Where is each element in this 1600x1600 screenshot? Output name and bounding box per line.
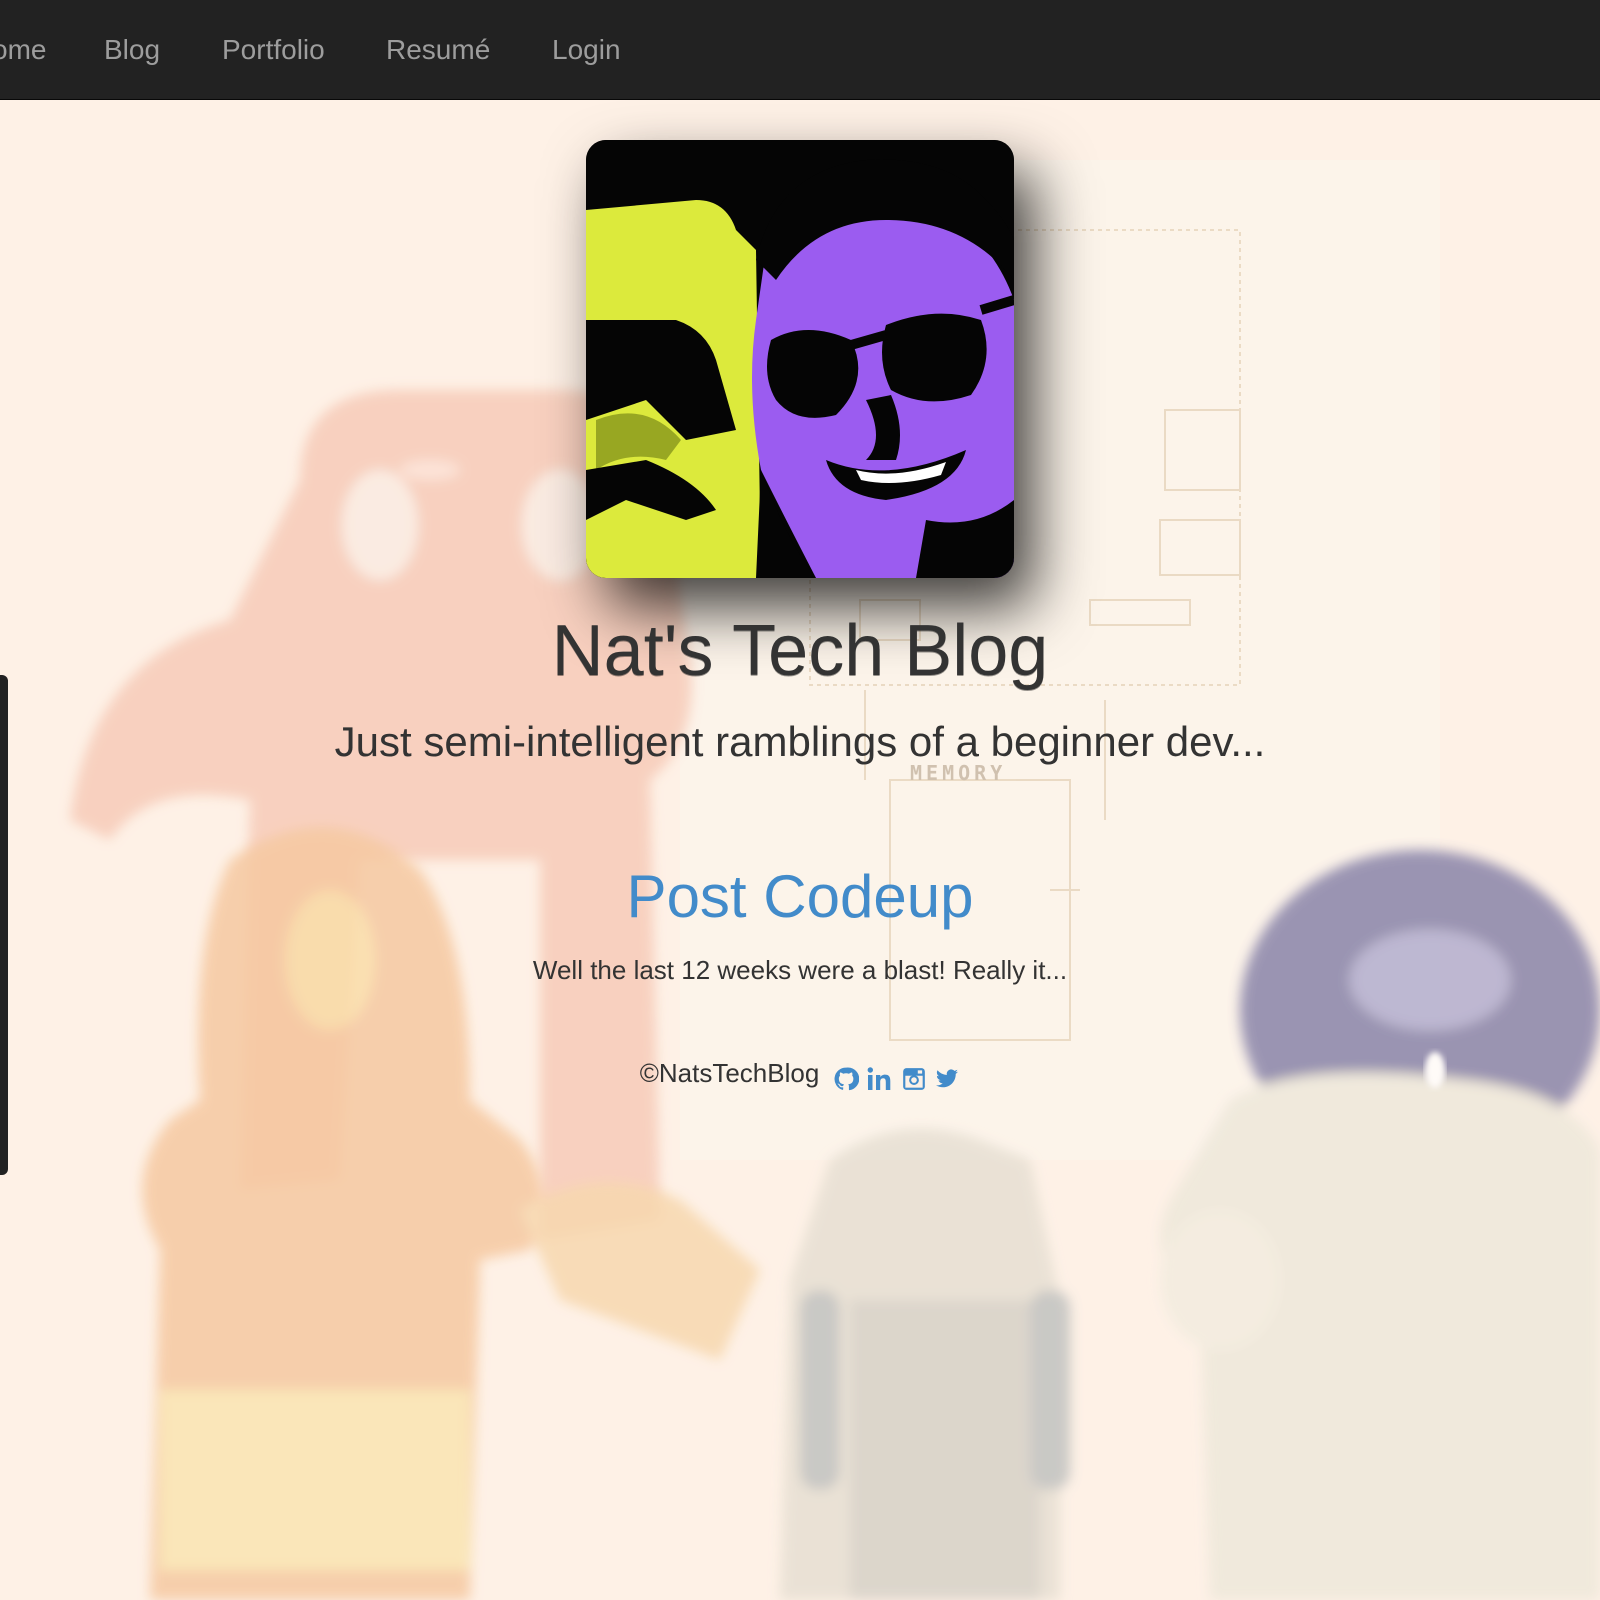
blog-subtitle: Just semi-intelligent ramblings of a beg… bbox=[334, 718, 1266, 765]
top-navbar: ome Blog Portfolio Resumé Login bbox=[0, 0, 1600, 100]
nav-portfolio-link[interactable]: Portfolio bbox=[222, 0, 325, 100]
nav-blog-link[interactable]: Blog bbox=[104, 0, 160, 100]
blog-title: Nat's Tech Blog bbox=[551, 611, 1049, 691]
post-excerpt: Well the last 12 weeks were a blast! Rea… bbox=[532, 955, 1068, 985]
copyright-text: ©NatsTechBlog bbox=[639, 1058, 820, 1088]
footer: ©NatsTechBlog bbox=[0, 1058, 1600, 1093]
nav-resume-link[interactable]: Resumé bbox=[386, 0, 490, 100]
nav-home-link[interactable]: ome bbox=[0, 0, 46, 100]
social-links bbox=[833, 1062, 961, 1093]
github-icon[interactable] bbox=[833, 1066, 859, 1092]
instagram-icon[interactable] bbox=[901, 1066, 927, 1092]
twitter-icon[interactable] bbox=[934, 1067, 960, 1091]
nav-login-link[interactable]: Login bbox=[552, 0, 621, 100]
linkedin-icon[interactable] bbox=[866, 1066, 894, 1092]
post-title-link[interactable]: Post Codeup bbox=[0, 862, 1600, 931]
profile-avatar bbox=[586, 140, 1014, 578]
